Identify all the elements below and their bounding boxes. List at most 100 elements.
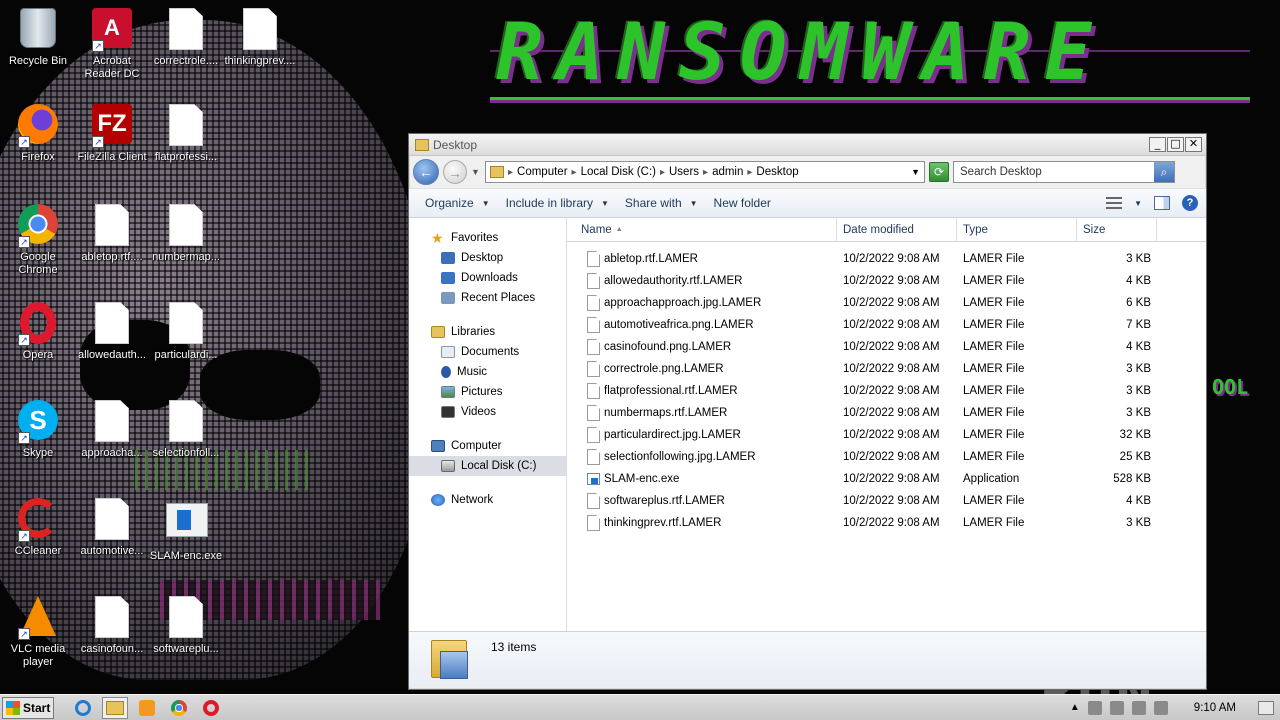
desktop-icon-file[interactable]: allowedauth...	[74, 302, 150, 362]
column-name[interactable]: Name ▲	[567, 218, 837, 241]
nav-favorites[interactable]: ★ Favorites	[409, 228, 566, 248]
desktop-icon-filezilla[interactable]: FZ ↗ FileZilla Client	[74, 104, 150, 164]
file-name-cell[interactable]: approachapproach.jpg.LAMER	[567, 295, 837, 311]
file-name-cell[interactable]: thinkingprev.rtf.LAMER	[567, 515, 837, 531]
desktop-icon-skype[interactable]: S ↗ Skype	[0, 400, 76, 460]
desktop-icon-file[interactable]: approacha...	[74, 400, 150, 460]
nav-recent-places[interactable]: Recent Places	[409, 288, 566, 308]
desktop-icon-ccleaner[interactable]: ↗ CCleaner	[0, 498, 76, 558]
file-name-cell[interactable]: SLAM-enc.exe	[567, 473, 837, 485]
table-row[interactable]: flatprofessional.rtf.LAMER 10/2/2022 9:08…	[567, 380, 1206, 402]
taskbar-media-player[interactable]	[134, 697, 160, 719]
breadcrumb-users[interactable]: Users	[669, 166, 699, 178]
nav-network[interactable]: Network	[409, 490, 566, 510]
nav-libraries[interactable]: Libraries	[409, 322, 566, 342]
minimize-button[interactable]: _	[1149, 137, 1166, 152]
include-in-library-button[interactable]: Include in library ▼	[498, 196, 617, 210]
breadcrumb-local-disk[interactable]: Local Disk (C:)	[581, 166, 656, 178]
nav-desktop[interactable]: Desktop	[409, 248, 566, 268]
breadcrumb-desktop[interactable]: Desktop	[756, 166, 798, 178]
table-row[interactable]: numbermaps.rtf.LAMER 10/2/2022 9:08 AM LAM…	[567, 402, 1206, 424]
desktop-icon-file[interactable]: flatprofessi...	[148, 104, 224, 164]
column-type[interactable]: Type	[957, 218, 1077, 241]
search-input[interactable]: Search Desktop ⌕	[953, 161, 1175, 183]
share-with-button[interactable]: Share with ▼	[617, 196, 706, 210]
chevron-right-icon[interactable]: ▸	[747, 167, 752, 178]
speaker-icon[interactable]	[1087, 700, 1102, 715]
table-row[interactable]: particulardirect.jpg.LAMER 10/2/2022 9:08…	[567, 424, 1206, 446]
file-name-cell[interactable]: correctrole.png.LAMER	[567, 361, 837, 377]
title-bar[interactable]: Desktop _ □ ✕	[409, 134, 1206, 156]
printer-icon[interactable]	[1109, 700, 1124, 715]
nav-local-disk[interactable]: Local Disk (C:)	[409, 456, 566, 476]
nav-computer[interactable]: Computer	[409, 436, 566, 456]
taskbar-opera[interactable]	[198, 697, 224, 719]
desktop-icon-file[interactable]: casinofoun...	[74, 596, 150, 656]
table-row[interactable]: automotiveafrica.png.LAMER 10/2/2022 9:08…	[567, 314, 1206, 336]
help-icon[interactable]: ?	[1182, 195, 1198, 211]
table-row[interactable]: casinofound.png.LAMER 10/2/2022 9:08 AM LA…	[567, 336, 1206, 358]
maximize-button[interactable]: □	[1167, 137, 1184, 152]
table-row[interactable]: thinkingprev.rtf.LAMER 10/2/2022 9:08 AM L…	[567, 512, 1206, 534]
table-row[interactable]: softwareplus.rtf.LAMER 10/2/2022 9:08 AM L…	[567, 490, 1206, 512]
back-button[interactable]: ←	[413, 159, 439, 185]
breadcrumb-admin[interactable]: admin	[712, 166, 743, 178]
network-status-icon[interactable]	[1131, 700, 1146, 715]
desktop-icon-firefox[interactable]: ↗ Firefox	[0, 104, 76, 164]
view-dropdown-icon[interactable]: ▼	[1134, 199, 1142, 208]
desktop-icon-vlc[interactable]: ↗ VLC media player	[0, 596, 76, 669]
forward-button[interactable]: →	[443, 160, 467, 184]
show-desktop-button[interactable]	[1258, 700, 1274, 715]
show-hidden-icons-icon[interactable]: ▲	[1070, 702, 1080, 713]
desktop-icon-opera[interactable]: ↗ Opera	[0, 302, 76, 362]
chevron-right-icon[interactable]: ▸	[703, 167, 708, 178]
taskbar-explorer[interactable]	[102, 696, 128, 719]
search-icon[interactable]: ⌕	[1154, 162, 1174, 182]
chevron-right-icon[interactable]: ▸	[508, 167, 513, 178]
address-bar[interactable]: ▸ Computer ▸ Local Disk (C:) ▸ Users ▸ a…	[485, 161, 925, 183]
chevron-right-icon[interactable]: ▸	[572, 167, 577, 178]
change-view-icon[interactable]	[1106, 197, 1123, 209]
nav-downloads[interactable]: Downloads	[409, 268, 566, 288]
desktop-icon-recycle-bin[interactable]: Recycle Bin	[0, 8, 76, 68]
breadcrumb-computer[interactable]: Computer	[517, 166, 568, 178]
file-name-cell[interactable]: abletop.rtf.LAMER	[567, 251, 837, 267]
close-button[interactable]: ✕	[1185, 137, 1202, 152]
taskbar-internet-explorer[interactable]	[70, 697, 96, 719]
desktop-icon-file[interactable]: thinkingprev....	[222, 8, 298, 68]
clock[interactable]: 9:10 AM	[1194, 702, 1236, 714]
desktop-icon-file[interactable]: numbermap...	[148, 204, 224, 264]
new-folder-button[interactable]: New folder	[706, 196, 779, 210]
file-name-cell[interactable]: numbermaps.rtf.LAMER	[567, 405, 837, 421]
column-date-modified[interactable]: Date modified	[837, 218, 957, 241]
refresh-button[interactable]: ⟳	[929, 162, 949, 182]
file-name-cell[interactable]: allowedauthority.rtf.LAMER	[567, 273, 837, 289]
desktop-icon-file[interactable]: abletop.rtf....	[74, 204, 150, 264]
file-name-cell[interactable]: automotiveafrica.png.LAMER	[567, 317, 837, 333]
desktop-icon-chrome[interactable]: ↗ Google Chrome	[0, 204, 76, 277]
desktop-icon-file[interactable]: softwareplu...	[148, 596, 224, 656]
preview-pane-icon[interactable]	[1154, 196, 1170, 210]
chevron-right-icon[interactable]: ▸	[660, 167, 665, 178]
nav-pictures[interactable]: Pictures	[409, 382, 566, 402]
table-row[interactable]: allowedauthority.rtf.LAMER 10/2/2022 9:08…	[567, 270, 1206, 292]
desktop-icon-slam-exe[interactable]: SLAM-enc.exe	[148, 498, 224, 563]
taskbar-chrome[interactable]	[166, 697, 192, 719]
file-name-cell[interactable]: selectionfollowing.jpg.LAMER	[567, 449, 837, 465]
organize-button[interactable]: Organize ▼	[417, 196, 498, 210]
nav-documents[interactable]: Documents	[409, 342, 566, 362]
action-center-flag-icon[interactable]	[1153, 700, 1168, 715]
address-dropdown-icon[interactable]: ▼	[911, 167, 920, 177]
desktop-icon-acrobat[interactable]: A ↗ Acrobat Reader DC	[74, 8, 150, 81]
column-size[interactable]: Size	[1077, 218, 1157, 241]
file-name-cell[interactable]: particulardirect.jpg.LAMER	[567, 427, 837, 443]
file-name-cell[interactable]: softwareplus.rtf.LAMER	[567, 493, 837, 509]
desktop-icon-file[interactable]: automotive...	[74, 498, 150, 558]
table-row[interactable]: correctrole.png.LAMER 10/2/2022 9:08 AM LA…	[567, 358, 1206, 380]
table-row[interactable]: approachapproach.jpg.LAMER 10/2/2022 9:08…	[567, 292, 1206, 314]
recent-pages-dropdown[interactable]: ▼	[471, 167, 481, 177]
desktop-icon-file[interactable]: correctrole....	[148, 8, 224, 68]
desktop-icon-file[interactable]: particulardi...	[148, 302, 224, 362]
table-row[interactable]: selectionfollowing.jpg.LAMER 10/2/2022 9:…	[567, 446, 1206, 468]
desktop-icon-file[interactable]: selectionfoll...	[148, 400, 224, 460]
